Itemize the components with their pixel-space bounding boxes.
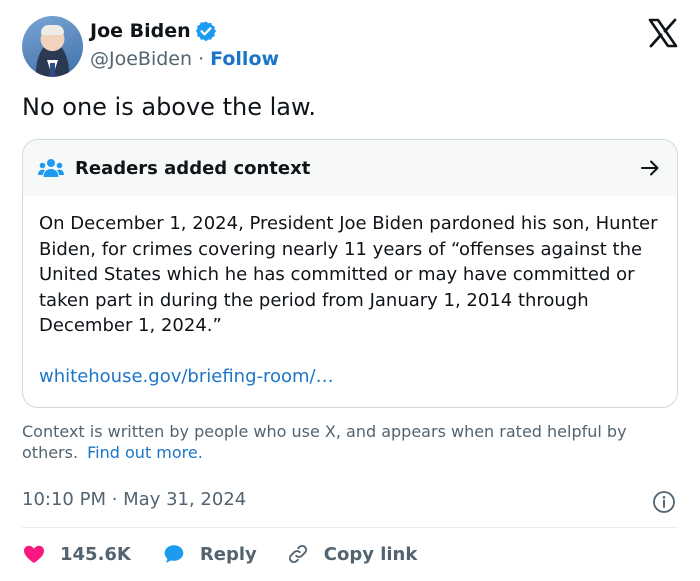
avatar-tie <box>50 63 55 77</box>
avatar[interactable] <box>22 16 83 77</box>
reply-button[interactable]: Reply <box>162 542 257 566</box>
context-note-header[interactable]: Readers added context <box>23 140 677 196</box>
copy-link-button[interactable]: Copy link <box>286 542 418 566</box>
actions-divider <box>22 527 678 528</box>
like-button[interactable]: 145.6K <box>22 542 131 566</box>
handle-line: @JoeBiden · Follow <box>90 48 279 70</box>
like-count: 145.6K <box>60 543 131 565</box>
verified-badge-icon <box>195 21 216 42</box>
context-note-link[interactable]: whitehouse.gov/briefing-room/… <box>39 366 334 387</box>
copy-link-label: Copy link <box>323 543 418 565</box>
author-name-row[interactable]: Joe Biden <box>90 20 217 42</box>
tweet-text: No one is above the law. <box>22 93 317 121</box>
reply-bubble-icon <box>164 545 184 563</box>
context-note-disclaimer: Context is written by people who use X, … <box>22 421 678 463</box>
info-icon[interactable] <box>652 490 676 514</box>
context-note-title: Readers added context <box>75 157 311 179</box>
readers-icon <box>38 159 64 177</box>
find-out-more-link[interactable]: Find out more. <box>87 443 203 462</box>
tweet-header: Joe Biden @JoeBiden · Follow <box>22 16 678 78</box>
arrow-right-icon[interactable] <box>639 157 661 179</box>
follow-link[interactable]: Follow <box>210 48 279 70</box>
author-name[interactable]: Joe Biden <box>90 20 191 42</box>
tweet-actions: 145.6K Reply Copy link <box>22 539 417 569</box>
avatar-hair <box>41 25 64 35</box>
handle-separator: · <box>192 48 211 70</box>
tweet-timestamp[interactable]: 10:10 PM · May 31, 2024 <box>22 489 246 510</box>
heart-icon <box>24 545 44 563</box>
context-note-card[interactable]: Readers added context On December 1, 202… <box>22 139 678 408</box>
context-note-body: On December 1, 2024, President Joe Biden… <box>39 213 658 336</box>
link-icon <box>288 545 307 563</box>
reply-label: Reply <box>199 543 257 565</box>
x-logo-icon[interactable] <box>648 18 678 48</box>
author-handle[interactable]: @JoeBiden <box>90 48 192 70</box>
